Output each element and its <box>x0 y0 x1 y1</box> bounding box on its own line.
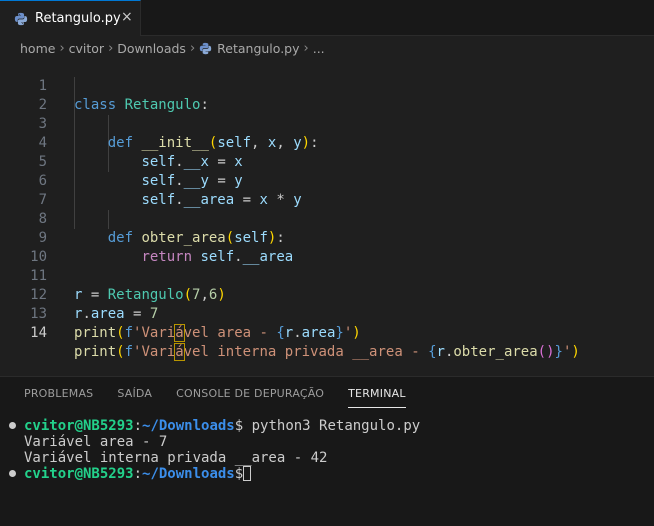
code-line: 7 <box>0 172 654 208</box>
code-line: 1 class Retangulo: <box>0 58 654 113</box>
terminal-output-line: Variável area - 7 <box>24 434 168 450</box>
close-icon[interactable]: × <box>121 10 135 24</box>
code-line: 4 self.__x = x <box>0 115 654 170</box>
code-editor[interactable]: 1 class Retangulo: 2 3 def __init__(self… <box>0 58 654 368</box>
code-line: 6 self.__area = x * y <box>0 153 654 208</box>
code-line: 2 <box>0 77 654 113</box>
tab-problemas[interactable]: PROBLEMAS <box>24 387 93 407</box>
prompt-path: ~/Downloads <box>142 466 235 482</box>
prompt-user: cvitor@NB5293 <box>24 418 134 434</box>
code-line: 8 def obter_area(self): <box>0 191 654 246</box>
chevron-right-icon: › <box>189 40 196 56</box>
python-icon <box>199 42 212 54</box>
chevron-right-icon: › <box>303 40 309 56</box>
chevron-right-icon: › <box>59 40 65 56</box>
command-status-icon[interactable] <box>9 470 16 477</box>
breadcrumb: home › cvitor › Downloads › Retangulo.py… <box>20 39 325 57</box>
terminal-prompt-line: cvitor@NB5293:~/Downloads$ python3 Retan… <box>24 418 420 434</box>
bottom-panel: PROBLEMAS SAÍDA CONSOLE DE DEPURAÇÃO TER… <box>0 376 654 526</box>
panel-tabs: PROBLEMAS SAÍDA CONSOLE DE DEPURAÇÃO TER… <box>24 387 430 408</box>
code-line: 3 def __init__(self, x, y): <box>0 96 654 151</box>
prompt-user: cvitor@NB5293 <box>24 466 134 482</box>
terminal-output-line: Variável interna privada __area - 42 <box>24 450 328 466</box>
code-line: 5 self.__y = y <box>0 134 654 189</box>
prompt-dollar: $ <box>234 466 244 482</box>
prompt-dollar: $ <box>234 418 244 434</box>
tab-saida[interactable]: SAÍDA <box>117 387 152 407</box>
python-icon <box>14 12 28 26</box>
editor-tab-bar: Retangulo.py × <box>0 0 654 36</box>
prompt-path: ~/Downloads <box>142 418 235 434</box>
code-line: 11 r = Retangulo(7,6) <box>0 248 654 303</box>
code-line: 12 r.area = 7 <box>0 267 654 322</box>
tab-retangulo-py[interactable]: Retangulo.py × <box>0 0 141 36</box>
code-line: 14 print(f'Variável interna privada __ar… <box>0 305 654 361</box>
breadcrumb-more[interactable]: ... <box>313 41 325 56</box>
breadcrumb-cvitor[interactable]: cvitor <box>69 41 104 56</box>
terminal-cursor <box>243 466 252 481</box>
breadcrumb-file[interactable]: Retangulo.py <box>217 41 299 56</box>
terminal-prompt-line: cvitor@NB5293:~/Downloads$ <box>24 466 252 482</box>
code-line: 13 print(f'Variável area - {r.area}') <box>0 286 654 342</box>
prompt-colon: : <box>133 418 143 434</box>
code-line: 9 return self.__area <box>0 210 654 265</box>
tab-terminal[interactable]: TERMINAL <box>348 387 406 408</box>
command-status-icon[interactable] <box>9 422 16 429</box>
breadcrumb-downloads[interactable]: Downloads <box>117 41 186 56</box>
tab-console-depuracao[interactable]: CONSOLE DE DEPURAÇÃO <box>176 387 324 407</box>
chevron-right-icon: › <box>108 40 114 56</box>
tab-label: Retangulo.py <box>35 11 121 26</box>
line-number: 14 <box>30 325 47 341</box>
breadcrumb-home[interactable]: home <box>20 41 55 56</box>
code-line: 10 <box>0 229 654 265</box>
terminal-command: python3 Retangulo.py <box>243 418 421 434</box>
prompt-colon: : <box>133 466 143 482</box>
